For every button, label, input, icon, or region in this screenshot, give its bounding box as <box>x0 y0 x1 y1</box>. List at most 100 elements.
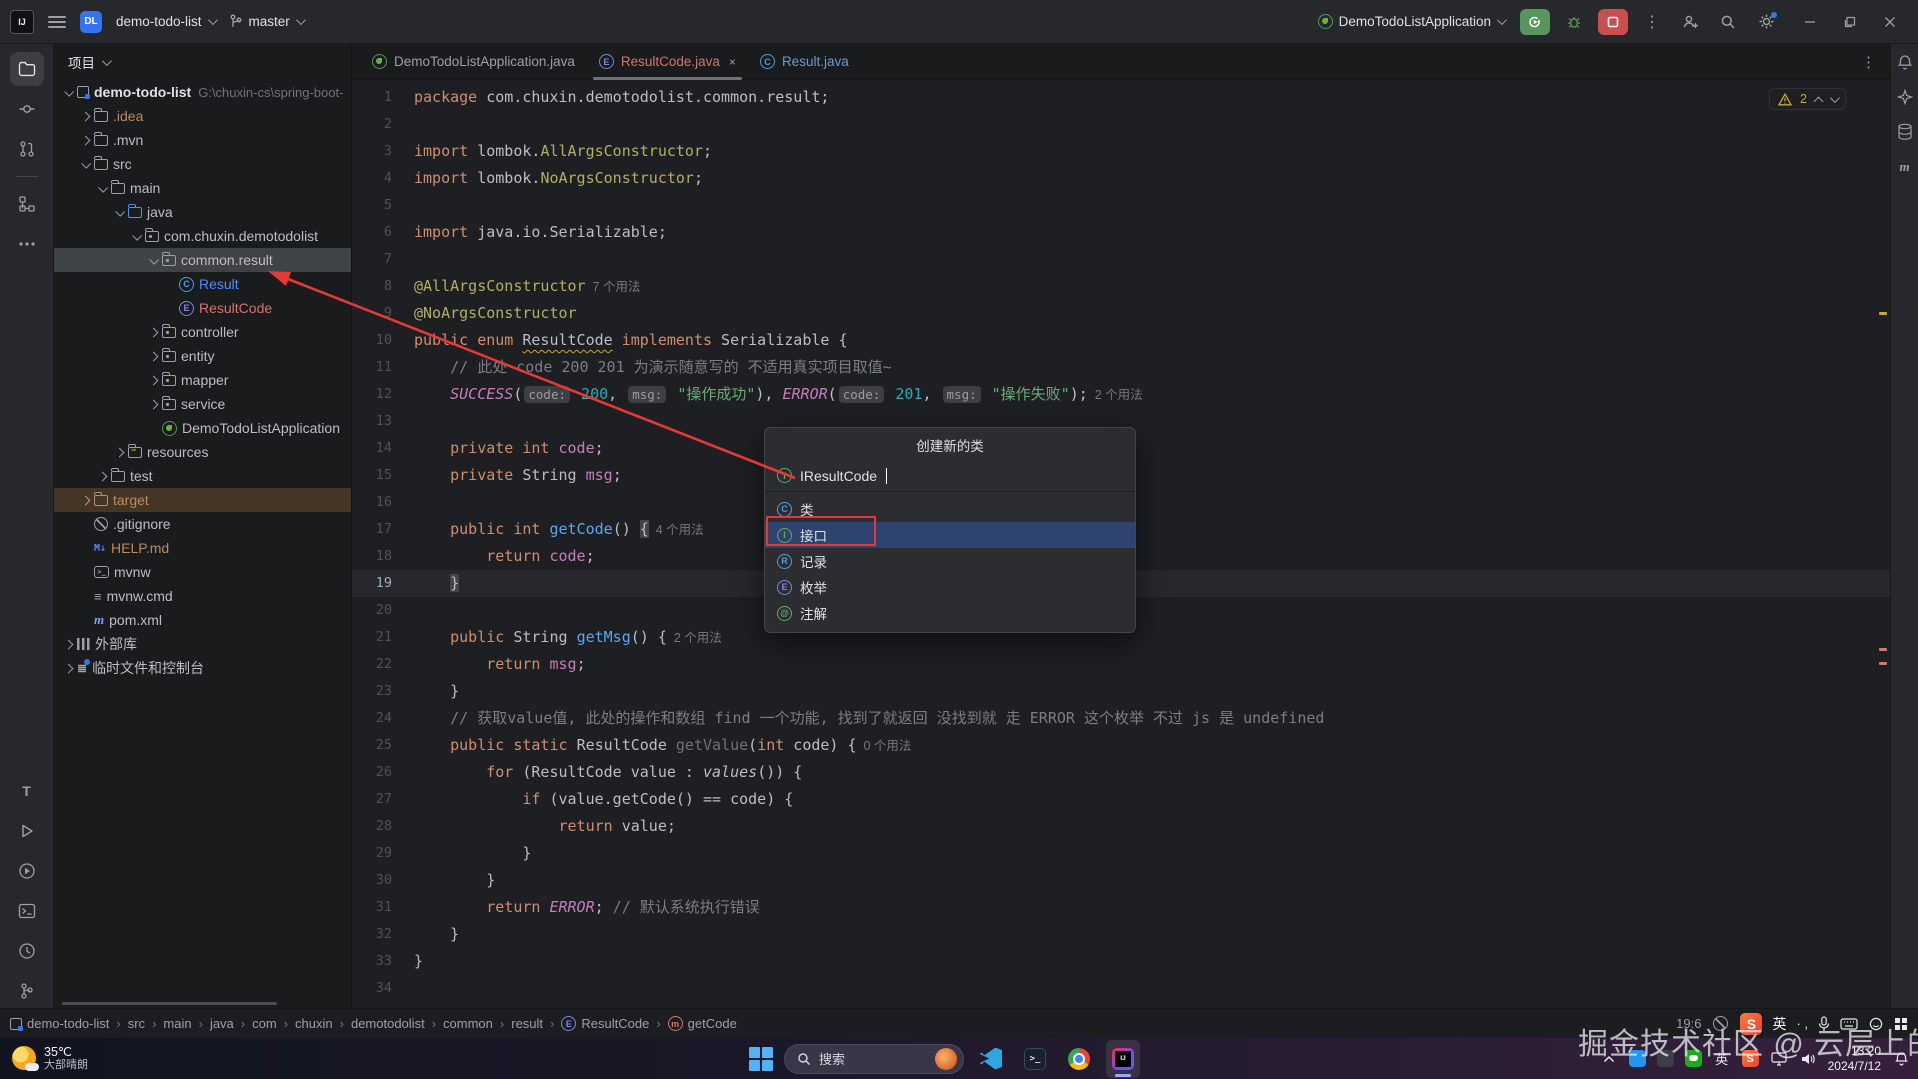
notification-bell-icon[interactable] <box>1892 1050 1910 1068</box>
tray-sogou-icon[interactable]: S <box>1741 1050 1759 1067</box>
ai-assistant-tool-button[interactable] <box>1896 89 1913 105</box>
expander-closed-icon[interactable] <box>94 473 111 480</box>
tree-item-service[interactable]: service <box>54 392 351 416</box>
expander-closed-icon[interactable] <box>145 329 162 336</box>
rerun-button[interactable] <box>1520 8 1550 35</box>
tree-item-java[interactable]: java <box>54 200 351 224</box>
highlight-level-icon[interactable] <box>1713 1016 1729 1031</box>
expander-open-icon[interactable] <box>111 209 128 216</box>
code-line-31[interactable]: 31 return ERROR; // 默认系统执行错误 <box>352 894 1890 921</box>
breadcrumb-item-java[interactable]: java <box>210 1016 234 1031</box>
expander-open-icon[interactable] <box>94 185 111 192</box>
code-line-3[interactable]: 3 import lombok.AllArgsConstructor; <box>352 138 1890 165</box>
tree-item-src[interactable]: src <box>54 152 351 176</box>
code-line-8[interactable]: 8 @AllArgsConstructor 7 个用法 <box>352 273 1890 300</box>
tree-item-controller[interactable]: controller <box>54 320 351 344</box>
tree-item-mvnw.cmd[interactable]: ≡ mvnw.cmd <box>54 584 351 608</box>
project-selector[interactable]: demo-todo-list <box>116 14 218 29</box>
commit-tool-button[interactable] <box>10 92 44 126</box>
tree-item-临时文件和控制台[interactable]: ≣ 临时文件和控制台 <box>54 656 351 680</box>
expander-closed-icon[interactable] <box>145 377 162 384</box>
more-tools-button[interactable] <box>10 227 44 261</box>
taskbar-app-vscode[interactable] <box>974 1040 1008 1078</box>
tree-item-ResultCode[interactable]: E ResultCode <box>54 296 351 320</box>
more-actions-button[interactable]: ⋮ <box>1638 9 1666 35</box>
keyboard-icon[interactable] <box>1840 1017 1858 1030</box>
sogou-logo-icon[interactable]: S <box>1740 1012 1763 1035</box>
settings-button[interactable] <box>1752 9 1780 35</box>
code-line-27[interactable]: 27 if (value.getCode() == code) { <box>352 786 1890 813</box>
volume-icon[interactable] <box>1799 1050 1817 1068</box>
code-line-5[interactable]: 5 <box>352 192 1890 219</box>
search-highlight-photo[interactable] <box>935 1047 957 1070</box>
kind-item-注解[interactable]: @ 注解 <box>765 600 1135 626</box>
expander-closed-icon[interactable] <box>145 353 162 360</box>
taskbar-app-chrome[interactable] <box>1062 1040 1096 1078</box>
minimize-button[interactable] <box>1790 7 1830 37</box>
debug-button[interactable] <box>1560 9 1588 35</box>
code-line-29[interactable]: 29 } <box>352 840 1890 867</box>
class-name-input[interactable]: I IResultCode <box>765 460 1135 492</box>
code-line-11[interactable]: 11 // 此处 code 200 201 为演示随意写的 不适用真实项目取值~ <box>352 354 1890 381</box>
services-tool-button[interactable] <box>10 854 44 888</box>
horizontal-scrollbar[interactable] <box>62 1002 277 1005</box>
error-stripe[interactable] <box>1876 80 1890 1008</box>
tree-item-common.result[interactable]: common.result <box>54 248 351 272</box>
expander-open-icon[interactable] <box>77 161 94 168</box>
tab-ResultCode.java[interactable]: E ResultCode.java × <box>587 44 748 80</box>
expander-closed-icon[interactable] <box>60 641 77 648</box>
tree-item-demo-todo-list[interactable]: demo-todo-list G:\chuxin-cs\spring-boot- <box>54 80 351 104</box>
branch-selector[interactable]: master <box>229 14 306 30</box>
tree-item-mapper[interactable]: mapper <box>54 368 351 392</box>
breadcrumb-item-main[interactable]: main <box>163 1016 191 1031</box>
maven-tool-button[interactable]: m <box>1899 159 1909 175</box>
code-line-32[interactable]: 32 } <box>352 921 1890 948</box>
pull-requests-tool-button[interactable] <box>10 132 44 166</box>
error-stripe-mark[interactable] <box>1879 662 1887 665</box>
expander-open-icon[interactable] <box>128 233 145 240</box>
code-line-28[interactable]: 28 return value; <box>352 813 1890 840</box>
code-line-1[interactable]: 1 package com.chuxin.demotodolist.common.… <box>352 84 1890 111</box>
kind-item-记录[interactable]: R 记录 <box>765 548 1135 574</box>
tree-item-DemoTodoListApplication[interactable]: DemoTodoListApplication <box>54 416 351 440</box>
tab-close-icon[interactable]: × <box>729 55 736 69</box>
expander-closed-icon[interactable] <box>77 113 94 120</box>
code-line-2[interactable]: 2 <box>352 111 1890 138</box>
tab-Result.java[interactable]: C Result.java <box>748 44 861 80</box>
mic-icon[interactable] <box>1818 1015 1830 1032</box>
tree-item-entity[interactable]: entity <box>54 344 351 368</box>
code-line-26[interactable]: 26 for (ResultCode value : values()) { <box>352 759 1890 786</box>
breadcrumb-item-common[interactable]: common <box>443 1016 493 1031</box>
tray-app2-icon[interactable] <box>1656 1050 1674 1067</box>
breadcrumb-item-ResultCode[interactable]: E ResultCode <box>561 1016 649 1031</box>
code-line-23[interactable]: 23 } <box>352 678 1890 705</box>
caret-position[interactable]: 19:6 <box>1676 1016 1701 1031</box>
code-line-12[interactable]: 12 SUCCESS(code: 200, msg: "操作成功"), ERRO… <box>352 381 1890 408</box>
tree-item-pom.xml[interactable]: m pom.xml <box>54 608 351 632</box>
notifications-tool-button[interactable] <box>1897 54 1913 71</box>
tree-item-HELP.md[interactable]: M↓ HELP.md <box>54 536 351 560</box>
code-line-34[interactable]: 34 <box>352 975 1890 1002</box>
expander-open-icon[interactable] <box>60 89 77 96</box>
code-line-10[interactable]: 10 public enum ResultCode implements Seri… <box>352 327 1890 354</box>
inspection-widget[interactable]: 2 <box>1769 88 1846 110</box>
expander-closed-icon[interactable] <box>60 665 77 672</box>
code-with-me-button[interactable] <box>1676 9 1704 35</box>
taskbar-app-terminal[interactable]: >_ <box>1018 1040 1052 1078</box>
code-line-30[interactable]: 30 } <box>352 867 1890 894</box>
code-line-22[interactable]: 22 return msg; <box>352 651 1890 678</box>
problems-tool-button[interactable] <box>10 934 44 968</box>
start-button[interactable] <box>748 1046 774 1072</box>
ime-language-indicator[interactable]: 英 <box>1772 1014 1786 1034</box>
code-line-7[interactable]: 7 <box>352 246 1890 273</box>
project-tool-button[interactable] <box>9 52 44 86</box>
project-panel-header[interactable]: 项目 <box>54 44 351 80</box>
code-line-6[interactable]: 6 import java.io.Serializable; <box>352 219 1890 246</box>
maximize-button[interactable] <box>1830 7 1870 37</box>
tab-options-icon[interactable]: ⋮ <box>1847 53 1890 71</box>
main-menu-icon[interactable] <box>48 15 66 28</box>
ime-punctuation-indicator[interactable]: · , <box>1796 1016 1808 1031</box>
tree-item-外部库[interactable]: 外部库 <box>54 632 351 656</box>
clock-widget[interactable]: 13:20 2024/7/12 <box>1828 1044 1881 1073</box>
breadcrumb-item-chuxin[interactable]: chuxin <box>295 1016 333 1031</box>
